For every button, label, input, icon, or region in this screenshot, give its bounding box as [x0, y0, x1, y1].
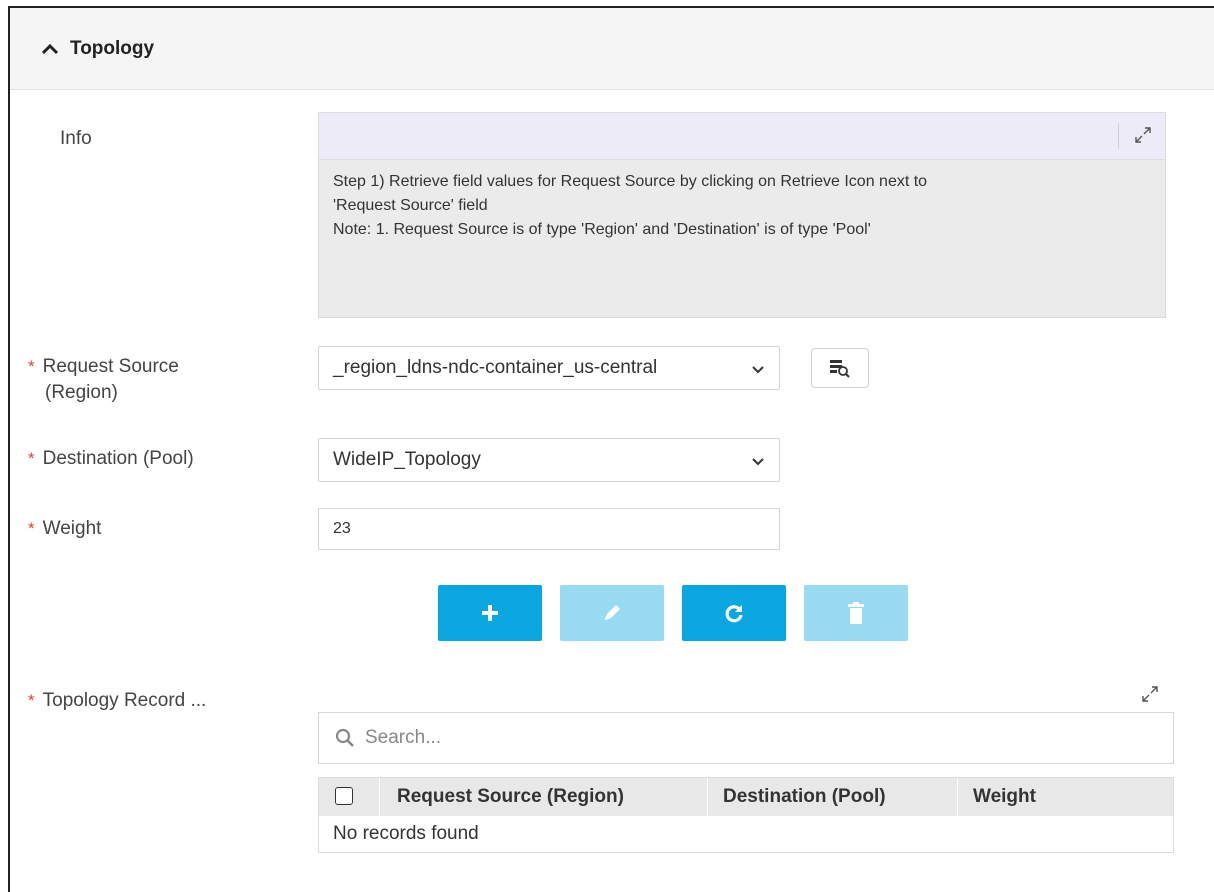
info-label: Info [60, 126, 92, 152]
column-header-request-source[interactable]: Request Source (Region) [397, 778, 624, 816]
weight-input[interactable]: 23 [318, 508, 780, 550]
request-source-label: * Request Source (Region) [28, 354, 179, 406]
trash-icon [848, 602, 864, 624]
required-marker: * [28, 357, 35, 376]
pencil-icon [605, 605, 620, 620]
topology-panel: Topology Info Step 1) Retrieve field val… [8, 6, 1214, 892]
table-empty-row: No records found [319, 816, 1173, 852]
retrieve-button[interactable] [811, 348, 869, 388]
search-icon [335, 728, 354, 747]
retrieve-icon [830, 360, 850, 378]
weight-label-text: Weight [42, 518, 102, 539]
add-button[interactable] [438, 585, 542, 641]
chevron-down-icon [752, 366, 764, 374]
info-label-text: Info [60, 128, 92, 149]
empty-message: No records found [333, 823, 479, 844]
plus-icon [482, 605, 498, 621]
expand-icon[interactable] [1133, 125, 1153, 145]
info-box: Step 1) Retrieve field values for Reques… [318, 112, 1166, 318]
topology-record-table: Request Source (Region) Destination (Poo… [318, 777, 1174, 853]
section-header[interactable]: Topology [10, 8, 1214, 90]
refresh-icon [725, 605, 743, 623]
column-header-weight[interactable]: Weight [973, 778, 1036, 816]
required-marker: * [28, 691, 35, 710]
topology-record-label: * Topology Record ... [28, 688, 206, 714]
info-line: Step 1) Retrieve field values for Reques… [333, 173, 928, 190]
required-marker: * [28, 519, 35, 538]
info-line: Note: 1. Request Source is of type 'Regi… [333, 221, 871, 238]
chevron-up-icon [41, 43, 59, 54]
destination-value: WideIP_Topology [333, 449, 481, 470]
info-line: 'Request Source' field [333, 197, 488, 214]
select-all-checkbox[interactable] [335, 787, 353, 805]
expand-icon[interactable] [1140, 684, 1160, 704]
chevron-down-icon [752, 458, 764, 466]
weight-label: * Weight [28, 516, 101, 542]
column-divider [379, 778, 380, 816]
destination-label: * Destination (Pool) [28, 446, 194, 472]
delete-button[interactable] [804, 585, 908, 641]
grid-search[interactable]: Search... [318, 712, 1174, 764]
column-divider [707, 778, 708, 816]
toolbar-separator [1118, 123, 1119, 149]
destination-label-text: Destination (Pool) [42, 448, 194, 469]
request-source-label-line1: Request Source [42, 356, 179, 377]
request-source-select[interactable]: _region_ldns-ndc-container_us-central [318, 346, 780, 390]
table-header: Request Source (Region) Destination (Poo… [319, 778, 1173, 816]
section-title: Topology [70, 37, 155, 59]
search-placeholder: Search... [365, 727, 442, 748]
edit-button[interactable] [560, 585, 664, 641]
info-toolbar [319, 113, 1165, 160]
destination-select[interactable]: WideIP_Topology [318, 438, 780, 482]
request-source-label-line2: (Region) [45, 382, 118, 403]
column-header-destination[interactable]: Destination (Pool) [723, 778, 886, 816]
request-source-value: _region_ldns-ndc-container_us-central [333, 357, 658, 378]
topology-record-label-text: Topology Record ... [42, 690, 207, 711]
refresh-button[interactable] [682, 585, 786, 641]
info-text: Step 1) Retrieve field values for Reques… [319, 160, 1165, 252]
weight-value: 23 [333, 520, 351, 537]
required-marker: * [28, 449, 35, 468]
column-divider [957, 778, 958, 816]
